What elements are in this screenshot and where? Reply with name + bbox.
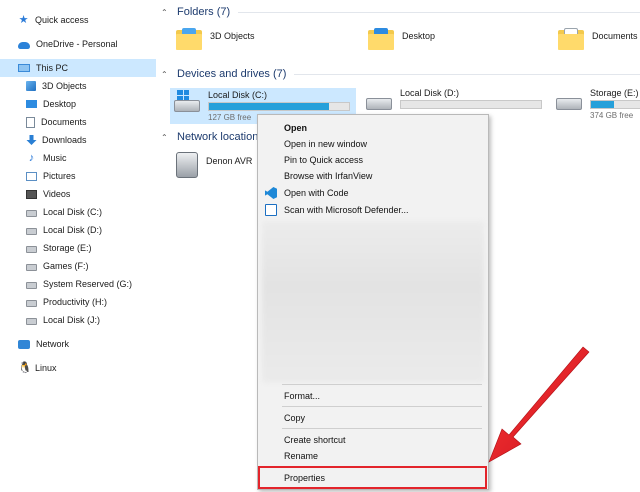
red-arrow-annotation	[488, 346, 590, 463]
